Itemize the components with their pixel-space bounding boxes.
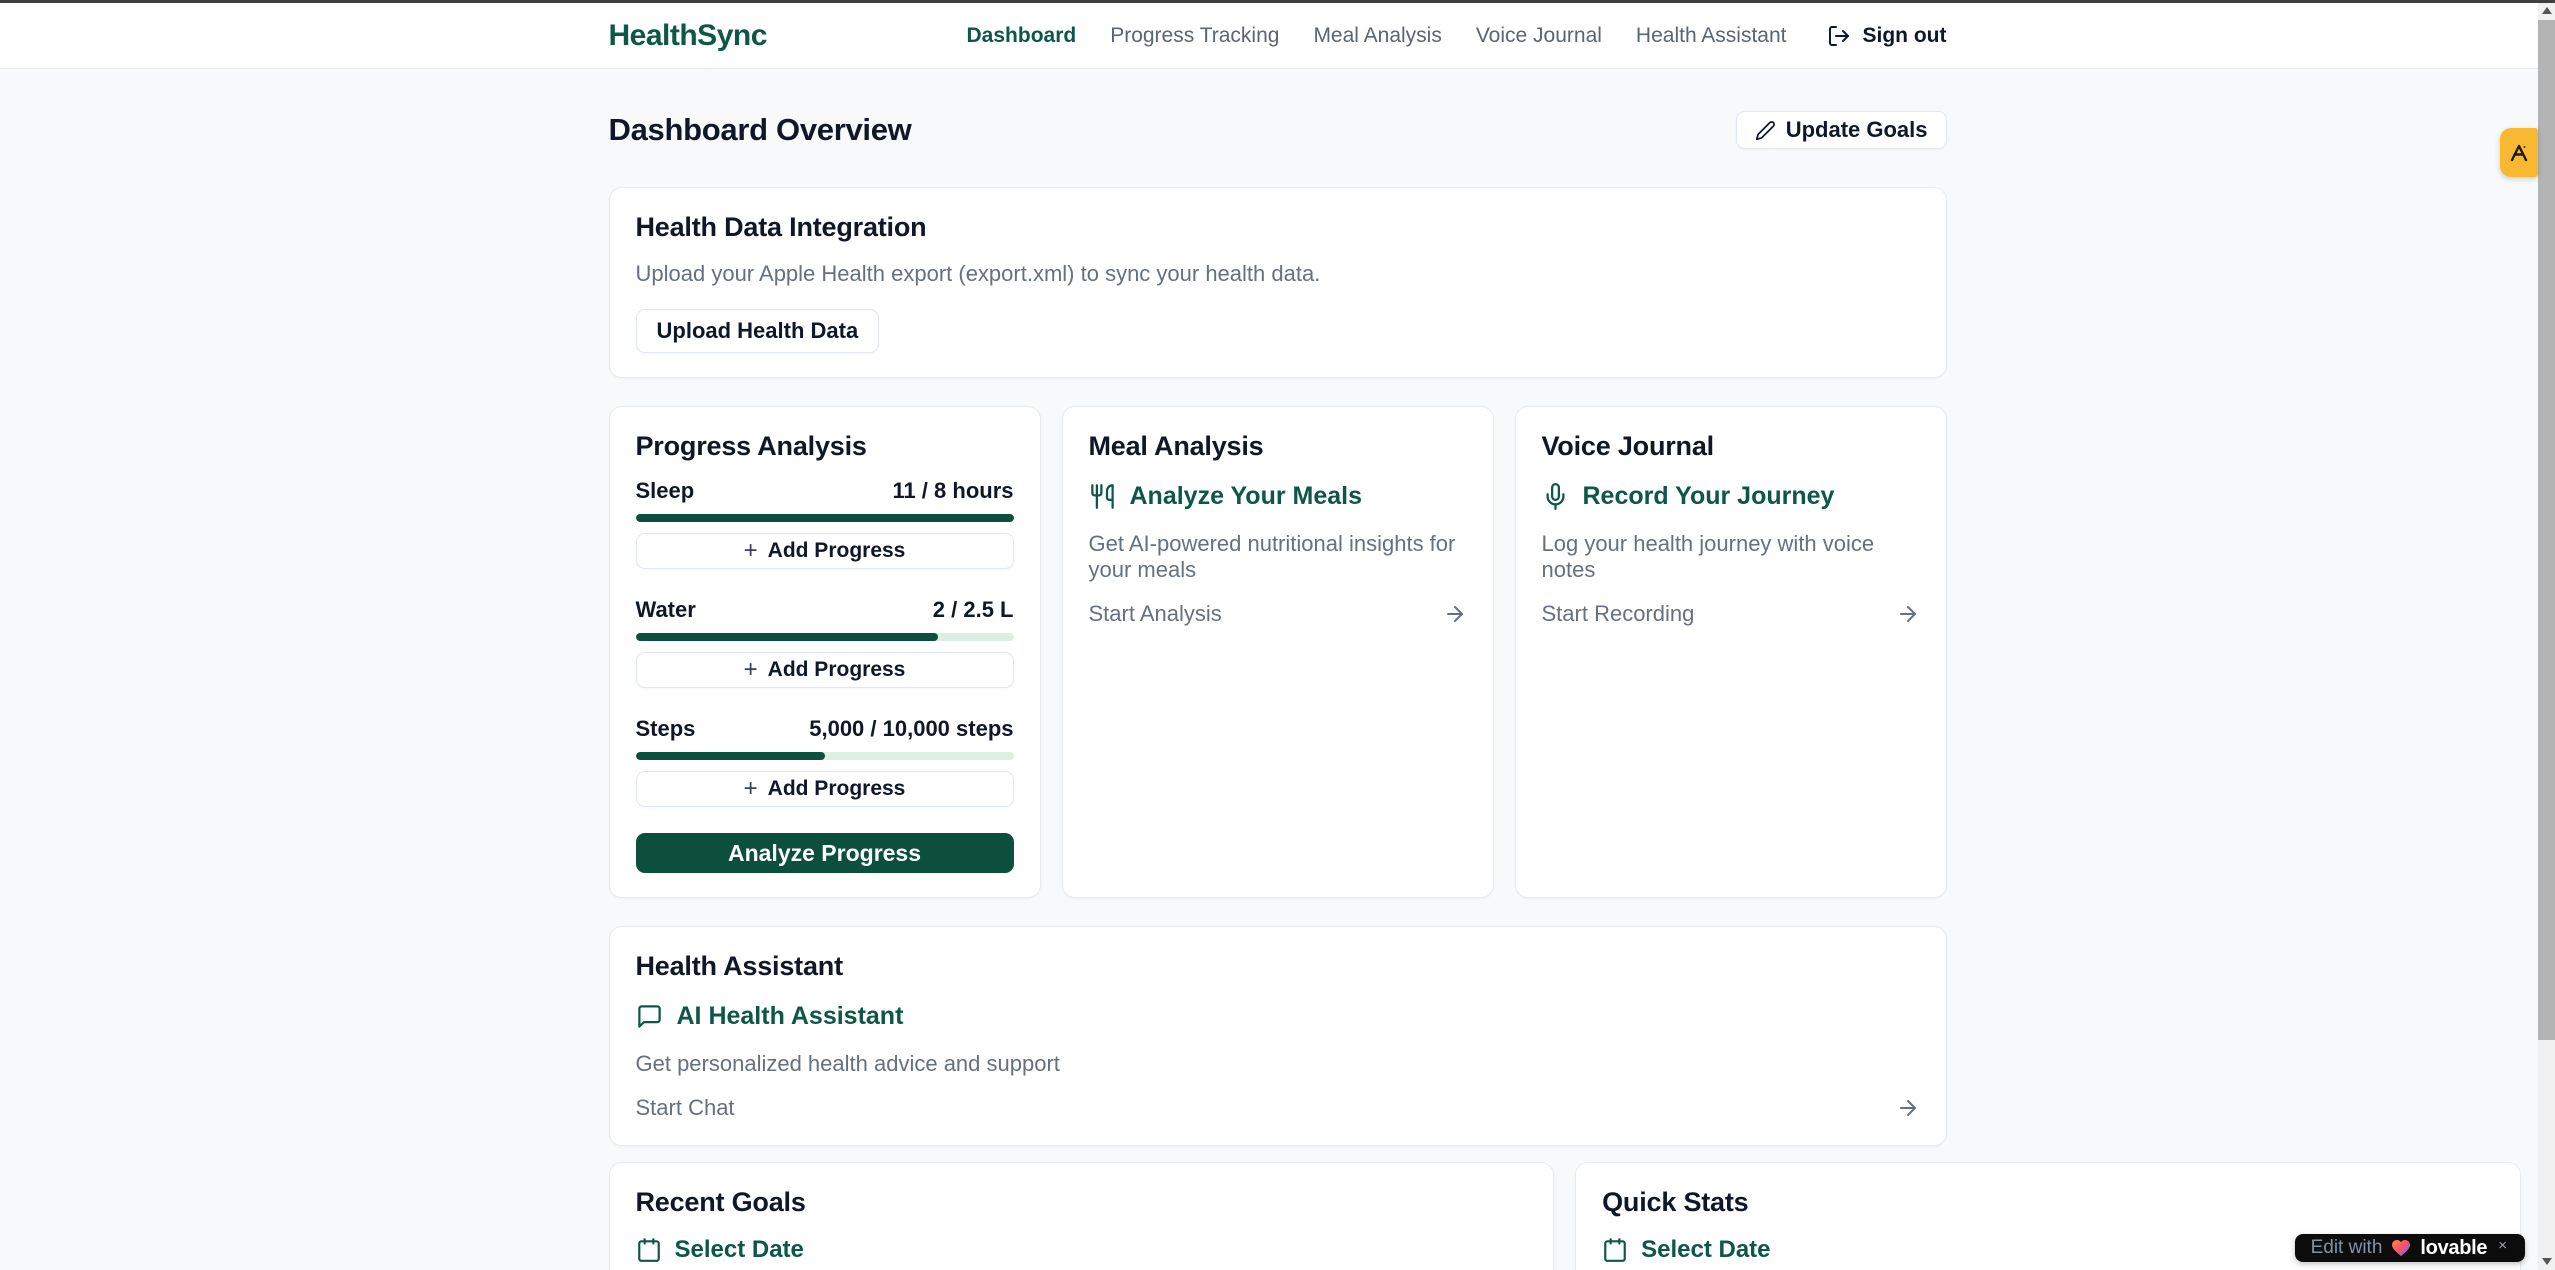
- voice-journal-title: Voice Journal: [1542, 431, 1920, 462]
- sign-out-button[interactable]: Sign out: [1827, 24, 1947, 48]
- nav-health-assistant[interactable]: Health Assistant: [1636, 24, 1787, 48]
- sleep-progress-bar: [636, 514, 1014, 522]
- utensils-icon: [1089, 483, 1116, 510]
- nav-dashboard[interactable]: Dashboard: [967, 24, 1077, 48]
- top-navbar: HealthSync Dashboard Progress Tracking M…: [0, 3, 2555, 69]
- add-progress-water-button[interactable]: + Add Progress: [636, 652, 1014, 688]
- analyze-progress-button[interactable]: Analyze Progress: [636, 833, 1014, 873]
- window-top-edge: [0, 0, 2555, 3]
- main-nav: Dashboard Progress Tracking Meal Analysi…: [967, 24, 1947, 48]
- meal-analysis-title: Meal Analysis: [1089, 431, 1467, 462]
- add-progress-steps-button[interactable]: + Add Progress: [636, 771, 1014, 807]
- recent-goals-title: Recent Goals: [636, 1187, 1528, 1218]
- plus-icon: +: [744, 777, 758, 801]
- record-your-journey-link[interactable]: Record Your Journey: [1542, 482, 1920, 511]
- arrow-right-icon: [1896, 1096, 1920, 1120]
- start-analysis-label: Start Analysis: [1089, 601, 1222, 627]
- edit-with-lovable-badge[interactable]: Edit with lovable ×: [2295, 1234, 2525, 1262]
- add-progress-label: Add Progress: [768, 777, 906, 801]
- lovable-edit-fab[interactable]: [2500, 128, 2538, 177]
- steps-value: 5,000 / 10,000 steps: [809, 716, 1013, 742]
- progress-analysis-card: Progress Analysis Sleep 11 / 8 hours + A…: [609, 406, 1041, 898]
- select-date-label: Select Date: [675, 1236, 804, 1264]
- health-data-integration-card: Health Data Integration Upload your Appl…: [609, 187, 1947, 378]
- health-assistant-title: Health Assistant: [636, 951, 1920, 982]
- record-your-journey-label: Record Your Journey: [1583, 482, 1835, 511]
- select-date-label: Select Date: [1641, 1236, 1770, 1264]
- health-assistant-card: Health Assistant AI Health Assistant Get…: [609, 926, 1947, 1146]
- steps-goal-block: Steps 5,000 / 10,000 steps + Add Progres…: [636, 716, 1014, 807]
- water-goal-block: Water 2 / 2.5 L + Add Progress: [636, 597, 1014, 688]
- meal-analysis-card: Meal Analysis Analyze Your Meals Get AI-…: [1062, 406, 1494, 898]
- voice-journal-description: Log your health journey with voice notes: [1542, 531, 1920, 583]
- recent-goals-card: Recent Goals Select Date Today Yesterday…: [609, 1162, 1555, 1270]
- steps-progress-bar: [636, 752, 1014, 760]
- voice-journal-card: Voice Journal Record Your Journey Log yo…: [1515, 406, 1947, 898]
- update-goals-label: Update Goals: [1786, 117, 1928, 143]
- water-progress-bar: [636, 633, 1014, 641]
- update-goals-button[interactable]: Update Goals: [1736, 111, 1947, 149]
- edit-with-label: Edit with: [2311, 1237, 2383, 1259]
- add-progress-label: Add Progress: [768, 539, 906, 563]
- progress-analysis-title: Progress Analysis: [636, 431, 1014, 462]
- lovable-brand-label: lovable: [2420, 1237, 2487, 1260]
- sign-out-label: Sign out: [1863, 24, 1947, 48]
- nav-voice-journal[interactable]: Voice Journal: [1476, 24, 1602, 48]
- sleep-goal-block: Sleep 11 / 8 hours + Add Progress: [636, 478, 1014, 569]
- scrollbar-thumb[interactable]: [2538, 20, 2555, 1040]
- scrollbar-up-arrow[interactable]: [2542, 7, 2552, 14]
- nav-meal-analysis[interactable]: Meal Analysis: [1313, 24, 1441, 48]
- microphone-icon: [1542, 483, 1569, 510]
- calendar-icon: [636, 1237, 662, 1263]
- arrow-right-icon: [1896, 602, 1920, 626]
- health-data-title: Health Data Integration: [636, 212, 1920, 243]
- chat-bubble-icon: [636, 1003, 663, 1030]
- calendar-icon: [1602, 1237, 1628, 1263]
- add-progress-label: Add Progress: [768, 658, 906, 682]
- scrollbar-down-arrow[interactable]: [2542, 1258, 2552, 1265]
- ai-health-assistant-link[interactable]: AI Health Assistant: [636, 1002, 1920, 1031]
- badge-close-icon[interactable]: ×: [2498, 1237, 2507, 1254]
- meal-analysis-description: Get AI-powered nutritional insights for …: [1089, 531, 1467, 583]
- ai-health-assistant-label: AI Health Assistant: [677, 1002, 904, 1031]
- steps-label: Steps: [636, 716, 696, 742]
- plus-icon: +: [744, 658, 758, 682]
- page-title: Dashboard Overview: [609, 112, 912, 148]
- water-label: Water: [636, 597, 696, 623]
- arrow-right-icon: [1443, 602, 1467, 626]
- pencil-icon: [1755, 120, 1776, 141]
- logout-icon: [1827, 24, 1851, 48]
- analyze-your-meals-label: Analyze Your Meals: [1130, 482, 1363, 511]
- quick-stats-title: Quick Stats: [1602, 1187, 2494, 1218]
- start-recording-label: Start Recording: [1542, 601, 1695, 627]
- app-logo[interactable]: HealthSync: [609, 19, 767, 53]
- nav-progress-tracking[interactable]: Progress Tracking: [1110, 24, 1279, 48]
- health-data-description: Upload your Apple Health export (export.…: [636, 261, 1920, 287]
- lovable-heart-icon: [2391, 1239, 2411, 1257]
- water-value: 2 / 2.5 L: [933, 597, 1014, 623]
- recent-goals-select-date[interactable]: Select Date: [636, 1236, 1528, 1264]
- start-recording-action[interactable]: Start Recording: [1542, 601, 1920, 627]
- vertical-scrollbar[interactable]: [2538, 0, 2555, 1270]
- analyze-your-meals-link[interactable]: Analyze Your Meals: [1089, 482, 1467, 511]
- upload-health-data-button[interactable]: Upload Health Data: [636, 309, 880, 353]
- start-chat-action[interactable]: Start Chat: [636, 1095, 1920, 1121]
- health-assistant-description: Get personalized health advice and suppo…: [636, 1051, 1920, 1077]
- plus-icon: +: [744, 539, 758, 563]
- start-analysis-action[interactable]: Start Analysis: [1089, 601, 1467, 627]
- add-progress-sleep-button[interactable]: + Add Progress: [636, 533, 1014, 569]
- sleep-value: 11 / 8 hours: [892, 478, 1013, 504]
- sleep-label: Sleep: [636, 478, 695, 504]
- lovable-fab-icon: [2507, 141, 2531, 165]
- start-chat-label: Start Chat: [636, 1095, 735, 1121]
